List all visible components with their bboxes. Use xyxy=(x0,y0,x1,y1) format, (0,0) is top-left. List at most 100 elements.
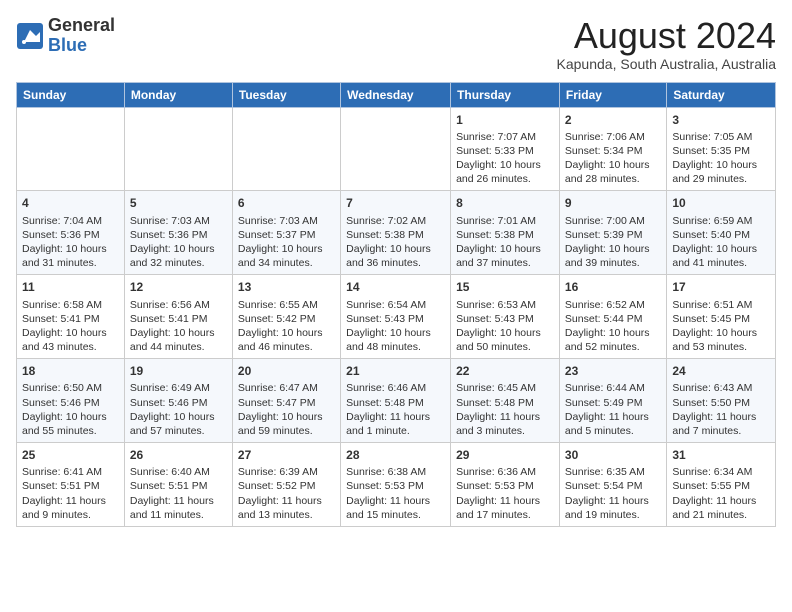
calendar-cell: 12Sunrise: 6:56 AMSunset: 5:41 PMDayligh… xyxy=(124,275,232,359)
header-row: SundayMondayTuesdayWednesdayThursdayFrid… xyxy=(17,82,776,107)
day-info: Sunrise: 6:45 AM xyxy=(456,381,554,395)
day-info: Daylight: 11 hours xyxy=(456,410,554,424)
day-info: Sunrise: 7:02 AM xyxy=(346,214,445,228)
day-info: and 50 minutes. xyxy=(456,340,554,354)
day-info: and 59 minutes. xyxy=(238,424,335,438)
day-info: Sunrise: 6:43 AM xyxy=(672,381,770,395)
calendar-cell: 31Sunrise: 6:34 AMSunset: 5:55 PMDayligh… xyxy=(667,443,776,527)
day-header-thursday: Thursday xyxy=(451,82,560,107)
day-info: Sunrise: 6:59 AM xyxy=(672,214,770,228)
day-info: Daylight: 10 hours xyxy=(565,242,661,256)
calendar-cell: 16Sunrise: 6:52 AMSunset: 5:44 PMDayligh… xyxy=(559,275,666,359)
day-info: and 32 minutes. xyxy=(130,256,227,270)
day-info: and 11 minutes. xyxy=(130,508,227,522)
day-info: Daylight: 11 hours xyxy=(346,494,445,508)
calendar-cell: 13Sunrise: 6:55 AMSunset: 5:42 PMDayligh… xyxy=(232,275,340,359)
day-info: and 34 minutes. xyxy=(238,256,335,270)
day-info: and 37 minutes. xyxy=(456,256,554,270)
day-info: Sunset: 5:54 PM xyxy=(565,479,661,493)
day-info: Sunset: 5:38 PM xyxy=(456,228,554,242)
day-info: and 1 minute. xyxy=(346,424,445,438)
day-info: Sunset: 5:37 PM xyxy=(238,228,335,242)
day-info: Daylight: 10 hours xyxy=(672,242,770,256)
calendar-cell: 23Sunrise: 6:44 AMSunset: 5:49 PMDayligh… xyxy=(559,359,666,443)
day-info: Sunrise: 6:35 AM xyxy=(565,465,661,479)
day-number: 25 xyxy=(22,447,119,463)
day-number: 23 xyxy=(565,363,661,379)
day-info: Sunset: 5:52 PM xyxy=(238,479,335,493)
day-info: Daylight: 10 hours xyxy=(22,242,119,256)
day-number: 28 xyxy=(346,447,445,463)
day-header-sunday: Sunday xyxy=(17,82,125,107)
day-number: 31 xyxy=(672,447,770,463)
calendar-cell: 14Sunrise: 6:54 AMSunset: 5:43 PMDayligh… xyxy=(341,275,451,359)
day-info: and 31 minutes. xyxy=(22,256,119,270)
day-info: Sunset: 5:42 PM xyxy=(238,312,335,326)
week-row-1: 1Sunrise: 7:07 AMSunset: 5:33 PMDaylight… xyxy=(17,107,776,191)
day-header-monday: Monday xyxy=(124,82,232,107)
day-info: Daylight: 10 hours xyxy=(565,158,661,172)
week-row-2: 4Sunrise: 7:04 AMSunset: 5:36 PMDaylight… xyxy=(17,191,776,275)
day-info: and 55 minutes. xyxy=(22,424,119,438)
day-info: Sunrise: 7:01 AM xyxy=(456,214,554,228)
day-info: Sunrise: 7:06 AM xyxy=(565,130,661,144)
day-number: 10 xyxy=(672,195,770,211)
day-info: Sunset: 5:34 PM xyxy=(565,144,661,158)
calendar-cell xyxy=(341,107,451,191)
day-info: and 19 minutes. xyxy=(565,508,661,522)
day-info: Sunrise: 6:47 AM xyxy=(238,381,335,395)
logo-icon xyxy=(16,22,44,50)
day-info: and 52 minutes. xyxy=(565,340,661,354)
calendar-table: SundayMondayTuesdayWednesdayThursdayFrid… xyxy=(16,82,776,527)
day-info: Sunrise: 6:52 AM xyxy=(565,298,661,312)
day-info: and 41 minutes. xyxy=(672,256,770,270)
day-info: Daylight: 10 hours xyxy=(22,326,119,340)
calendar-cell: 20Sunrise: 6:47 AMSunset: 5:47 PMDayligh… xyxy=(232,359,340,443)
day-number: 12 xyxy=(130,279,227,295)
day-info: Daylight: 10 hours xyxy=(130,242,227,256)
day-info: Sunset: 5:53 PM xyxy=(346,479,445,493)
day-number: 9 xyxy=(565,195,661,211)
day-number: 11 xyxy=(22,279,119,295)
day-number: 2 xyxy=(565,112,661,128)
calendar-cell: 5Sunrise: 7:03 AMSunset: 5:36 PMDaylight… xyxy=(124,191,232,275)
day-info: Daylight: 11 hours xyxy=(346,410,445,424)
day-number: 21 xyxy=(346,363,445,379)
day-info: Sunset: 5:49 PM xyxy=(565,396,661,410)
day-info: Sunrise: 6:51 AM xyxy=(672,298,770,312)
day-number: 19 xyxy=(130,363,227,379)
day-info: Sunset: 5:51 PM xyxy=(130,479,227,493)
calendar-cell: 8Sunrise: 7:01 AMSunset: 5:38 PMDaylight… xyxy=(451,191,560,275)
day-info: Sunset: 5:53 PM xyxy=(456,479,554,493)
day-info: and 13 minutes. xyxy=(238,508,335,522)
day-info: Sunset: 5:36 PM xyxy=(22,228,119,242)
day-number: 24 xyxy=(672,363,770,379)
day-number: 27 xyxy=(238,447,335,463)
week-row-4: 18Sunrise: 6:50 AMSunset: 5:46 PMDayligh… xyxy=(17,359,776,443)
day-info: Sunrise: 6:41 AM xyxy=(22,465,119,479)
day-info: Sunset: 5:41 PM xyxy=(22,312,119,326)
day-info: Daylight: 10 hours xyxy=(456,326,554,340)
day-info: Sunset: 5:35 PM xyxy=(672,144,770,158)
logo: General Blue xyxy=(16,16,115,56)
calendar-cell: 29Sunrise: 6:36 AMSunset: 5:53 PMDayligh… xyxy=(451,443,560,527)
day-info: Sunrise: 6:34 AM xyxy=(672,465,770,479)
page-header: General Blue August 2024 Kapunda, South … xyxy=(16,16,776,72)
day-info: and 17 minutes. xyxy=(456,508,554,522)
day-info: Daylight: 11 hours xyxy=(238,494,335,508)
day-info: and 5 minutes. xyxy=(565,424,661,438)
day-info: and 3 minutes. xyxy=(456,424,554,438)
day-number: 5 xyxy=(130,195,227,211)
day-info: Daylight: 10 hours xyxy=(130,410,227,424)
day-info: and 48 minutes. xyxy=(346,340,445,354)
calendar-cell: 1Sunrise: 7:07 AMSunset: 5:33 PMDaylight… xyxy=(451,107,560,191)
day-number: 26 xyxy=(130,447,227,463)
calendar-cell: 22Sunrise: 6:45 AMSunset: 5:48 PMDayligh… xyxy=(451,359,560,443)
day-info: Sunset: 5:40 PM xyxy=(672,228,770,242)
day-info: Sunrise: 6:50 AM xyxy=(22,381,119,395)
title-block: August 2024 Kapunda, South Australia, Au… xyxy=(557,16,776,72)
day-info: Sunrise: 6:39 AM xyxy=(238,465,335,479)
day-info: and 15 minutes. xyxy=(346,508,445,522)
day-info: and 26 minutes. xyxy=(456,172,554,186)
day-info: and 44 minutes. xyxy=(130,340,227,354)
